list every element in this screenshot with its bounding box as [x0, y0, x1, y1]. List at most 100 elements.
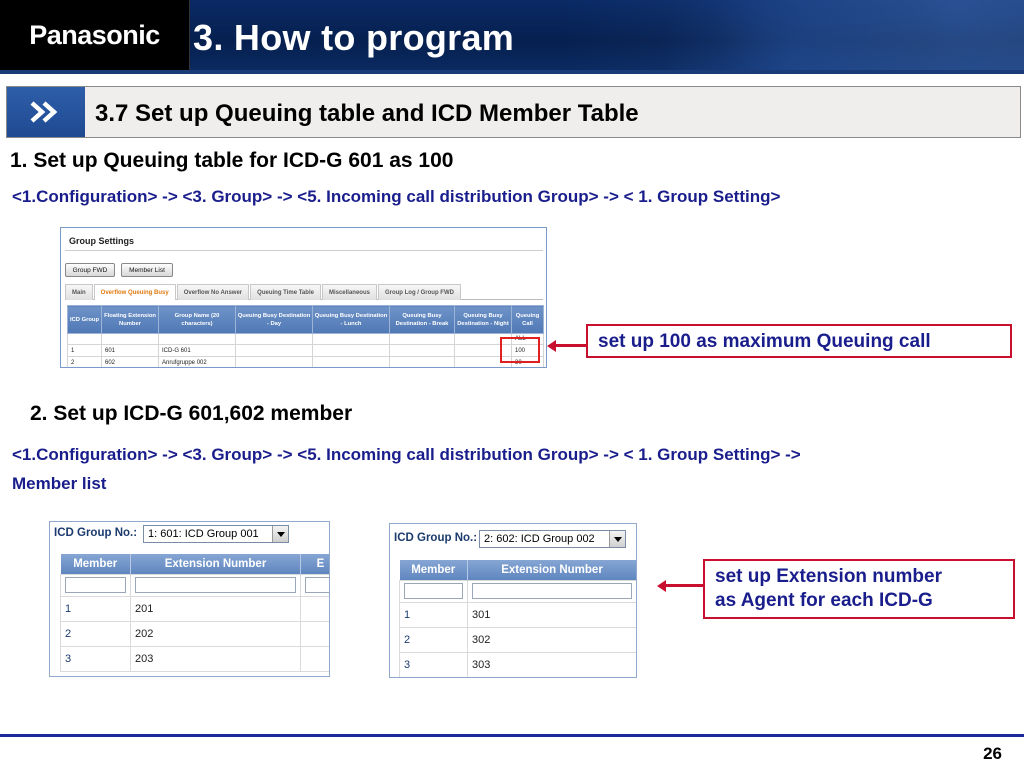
- member-panel-icd-602: ICD Group No.: 2: 602: ICD Group 002 Mem…: [389, 523, 637, 678]
- col-member[interactable]: Member: [399, 560, 468, 580]
- extension-cell[interactable]: 301: [467, 601, 636, 628]
- chevron-down-icon[interactable]: [272, 526, 288, 542]
- extra-cell: [300, 595, 329, 622]
- col-extension-number[interactable]: Extension Number: [467, 560, 636, 580]
- extension-cell[interactable]: 202: [130, 620, 301, 647]
- panasonic-logo: Panasonic: [0, 0, 190, 70]
- member-table-header: Member Extension Number E: [60, 554, 329, 574]
- member-table: Member Extension Number 1 301 2 302 3 30…: [399, 560, 636, 677]
- col-group-name[interactable]: Group Name (20 characters): [158, 305, 236, 334]
- dest-break-cell[interactable]: [389, 356, 455, 367]
- group-name-cell[interactable]: ICD-G 601: [158, 344, 236, 357]
- footer-divider: [0, 734, 1024, 737]
- member-no-cell: 1: [60, 595, 131, 622]
- table-row[interactable]: 1 301: [399, 601, 636, 628]
- extension-cell[interactable]: 203: [130, 645, 301, 672]
- section-title: 3.7 Set up Queuing table and ICD Member …: [95, 100, 639, 127]
- filter-cell[interactable]: [158, 333, 236, 345]
- tab-overflow-no-answer[interactable]: Overflow No Answer: [176, 284, 250, 300]
- extension-cell[interactable]: 302: [467, 626, 636, 653]
- col-dest-lunch[interactable]: Queuing Busy Destination - Lunch: [312, 305, 390, 334]
- logo-text: Panasonic: [29, 19, 160, 50]
- banner-decoration: [560, 0, 1024, 74]
- highlight-box: [500, 337, 540, 363]
- tab-overflow-queuing-busy[interactable]: Overflow Queuing Busy: [93, 284, 176, 300]
- member-table: Member Extension Number E 1 201 2 202 3 …: [60, 554, 329, 672]
- group-fwd-button[interactable]: Group FWD: [65, 263, 115, 277]
- dest-lunch-cell[interactable]: [312, 344, 390, 357]
- filter-cell[interactable]: [389, 333, 455, 345]
- group-name-cell[interactable]: Anrufgruppe 002: [158, 356, 236, 367]
- group-settings-tabs: Main Overflow Queuing Busy Overflow No A…: [65, 284, 543, 300]
- floating-ext-cell[interactable]: 601: [101, 344, 159, 357]
- filter-cell[interactable]: [235, 333, 313, 345]
- dest-day-cell[interactable]: [235, 356, 313, 367]
- col-icd-group[interactable]: ICD Group: [67, 305, 102, 334]
- tab-group-log[interactable]: Group Log / Group FWD: [377, 284, 461, 300]
- member-no-cell: 3: [60, 645, 131, 672]
- queuing-table-header: ICD Group Floating Extension Number Grou…: [67, 305, 544, 334]
- step2-nav-path: <1.Configuration> -> <3. Group> -> <5. I…: [12, 445, 801, 464]
- dest-break-cell[interactable]: [389, 344, 455, 357]
- table-row[interactable]: 2 602 Anrufgruppe 002 30: [67, 356, 544, 367]
- member-filter[interactable]: [399, 579, 468, 603]
- step2-nav-path-cont: Member list: [12, 474, 107, 493]
- table-row[interactable]: 3 303: [399, 651, 636, 677]
- icd-group-select[interactable]: 2: 602: ICD Group 002: [479, 530, 626, 548]
- filter-row: ALL: [67, 333, 544, 345]
- extension-filter[interactable]: [130, 573, 301, 597]
- floating-ext-cell[interactable]: 602: [101, 356, 159, 367]
- member-list-button[interactable]: Member List: [121, 263, 173, 277]
- arrow-line: [665, 584, 703, 587]
- col-dest-day[interactable]: Queuing Busy Destination - Day: [235, 305, 313, 334]
- group-settings-screenshot: Group Settings Group FWD Member List Mai…: [60, 227, 547, 368]
- col-dest-night[interactable]: Queuing Busy Destination - Night: [454, 305, 512, 334]
- callout-max-queuing: set up 100 as maximum Queuing call: [586, 324, 1012, 358]
- col-queuing-call[interactable]: Queuing Call: [511, 305, 544, 334]
- col-member[interactable]: Member: [60, 554, 131, 574]
- queuing-table: ICD Group Floating Extension Number Grou…: [67, 305, 544, 367]
- dest-day-cell[interactable]: [235, 344, 313, 357]
- member-table-header: Member Extension Number: [399, 560, 636, 580]
- dest-lunch-cell[interactable]: [312, 356, 390, 367]
- chevron-down-icon[interactable]: [609, 531, 625, 547]
- callout-extension-agent: set up Extension number as Agent for eac…: [703, 559, 1015, 619]
- filter-cell[interactable]: [312, 333, 390, 345]
- table-row[interactable]: 1 201: [60, 595, 329, 622]
- member-no-cell: 2: [399, 626, 468, 653]
- page-number: 26: [983, 744, 1002, 763]
- member-filter[interactable]: [60, 573, 131, 597]
- filter-row: [399, 579, 636, 603]
- member-panel-icd-601: ICD Group No.: 1: 601: ICD Group 001 Mem…: [49, 521, 330, 677]
- tab-main[interactable]: Main: [65, 284, 93, 300]
- group-settings-separator: [65, 250, 543, 251]
- filter-cell[interactable]: [67, 333, 102, 345]
- extension-cell[interactable]: 201: [130, 595, 301, 622]
- col-extension-number[interactable]: Extension Number: [130, 554, 301, 574]
- table-row[interactable]: 1 601 ICD-G 601 100: [67, 344, 544, 357]
- icd-group-select-value: 2: 602: ICD Group 002: [484, 533, 595, 545]
- header-banner: Panasonic 3. How to program: [0, 0, 1024, 74]
- extension-cell[interactable]: 303: [467, 651, 636, 677]
- filter-cell[interactable]: [101, 333, 159, 345]
- step2-heading: 2. Set up ICD-G 601,602 member: [30, 402, 353, 425]
- icd-group-select[interactable]: 1: 601: ICD Group 001: [143, 525, 289, 543]
- col-floating-ext[interactable]: Floating Extension Number: [101, 305, 159, 334]
- icd-group-cell: 1: [67, 344, 102, 357]
- member-no-cell: 1: [399, 601, 468, 628]
- member-no-cell: 3: [399, 651, 468, 677]
- col-extra[interactable]: E: [300, 554, 329, 574]
- icd-group-select-value: 1: 601: ICD Group 001: [148, 528, 259, 540]
- col-dest-break[interactable]: Queuing Busy Destination - Break: [389, 305, 455, 334]
- icd-group-no-label: ICD Group No.:: [394, 532, 478, 544]
- tab-queuing-time-table[interactable]: Queuing Time Table: [250, 284, 321, 300]
- extension-filter[interactable]: [467, 579, 636, 603]
- table-row[interactable]: 2 202: [60, 620, 329, 647]
- icd-group-cell: 2: [67, 356, 102, 367]
- table-row[interactable]: 2 302: [399, 626, 636, 653]
- section-header: 3.7 Set up Queuing table and ICD Member …: [6, 86, 1021, 138]
- tab-miscellaneous[interactable]: Miscellaneous: [321, 284, 377, 300]
- group-settings-title: Group Settings: [69, 236, 134, 246]
- table-row[interactable]: 3 203: [60, 645, 329, 672]
- extra-filter[interactable]: [300, 573, 329, 597]
